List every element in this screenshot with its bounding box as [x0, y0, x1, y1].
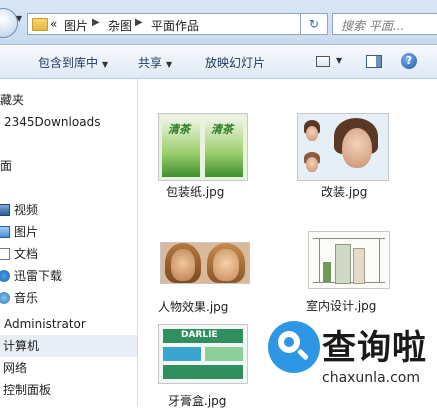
sidebar-item-label: 视频 [14, 199, 38, 221]
file-item-portrait-effect[interactable]: 人物效果.jpg [160, 242, 252, 320]
package-art: 清茶 [205, 117, 243, 177]
file-thumbnail: 清茶 清茶 [158, 113, 248, 181]
folder-icon [32, 18, 48, 31]
sidebar-item-music[interactable]: 音乐 [0, 287, 137, 309]
sidebar-item-desktop[interactable]: 桌面 [0, 155, 137, 177]
chevron-right-icon[interactable]: ▶ [92, 17, 100, 28]
share-label: 共享 [138, 56, 162, 70]
sidebar-item-pictures[interactable]: 图片 [0, 221, 137, 243]
sidebar-item-label: 迅雷下载 [14, 265, 62, 287]
sidebar-item-control-panel[interactable]: 控制面板 [0, 379, 137, 401]
picture-icon [0, 226, 10, 238]
file-thumbnail [297, 113, 389, 181]
thunder-icon [0, 270, 10, 282]
music-icon [0, 292, 10, 304]
view-options-dropdown[interactable]: ▼ [336, 56, 342, 65]
sidebar-item-documents[interactable]: 文档 [0, 243, 137, 265]
preview-pane-icon[interactable] [366, 55, 382, 68]
include-in-library-button[interactable]: 包含到库中 ▼ [38, 54, 108, 71]
breadcrumb-item-graphic-works[interactable]: 平面作品 [151, 17, 199, 34]
breadcrumb[interactable]: « 图片 ▶ 杂图 ▶ 平面作品 ▼ [27, 13, 327, 35]
breadcrumb-item-misc[interactable]: 杂图 [108, 17, 132, 34]
sidebar-item-2345downloads[interactable]: 2345Downloads [0, 111, 137, 133]
search-input[interactable]: 搜索 平面... [332, 13, 437, 35]
file-name: 人物效果.jpg [158, 298, 228, 315]
sidebar-item-videos[interactable]: 视频 [0, 199, 137, 221]
sidebar-item-computer[interactable]: 计算机 [0, 335, 137, 357]
sidebar-item-label: 收藏夹 [0, 89, 24, 111]
file-thumbnail [160, 242, 250, 284]
sidebar-item-label: 网络 [3, 357, 27, 379]
sidebar-item-network[interactable]: 网络 [0, 357, 137, 379]
sidebar-item-label: 音乐 [14, 287, 38, 309]
share-button[interactable]: 共享 ▼ [138, 54, 172, 71]
file-name: 牙膏盒.jpg [168, 392, 226, 409]
sidebar-item-thunder-downloads[interactable]: 迅雷下载 [0, 265, 137, 287]
file-name: 改装.jpg [321, 183, 367, 200]
sidebar-item-label: 图片 [14, 221, 38, 243]
slideshow-button[interactable]: 放映幻灯片 [205, 54, 265, 71]
sidebar-item-favorites[interactable]: 收藏夹 [0, 89, 137, 111]
sidebar-item-label: Administrator [4, 313, 86, 335]
video-icon [0, 204, 10, 216]
file-thumbnail [308, 231, 390, 289]
watermark-logo-icon [268, 321, 320, 373]
chevron-down-icon: ▼ [166, 60, 172, 69]
breadcrumb-item-pictures[interactable]: 图片 [64, 17, 88, 34]
sidebar-item-label: 控制面板 [3, 379, 51, 401]
watermark-title: 查询啦 [322, 320, 427, 369]
chevron-down-icon: ▼ [102, 60, 108, 69]
breadcrumb-overflow[interactable]: « [50, 17, 57, 31]
sidebar-item-libraries[interactable]: 库 [0, 177, 137, 199]
sidebar-item-label: 2345Downloads [4, 111, 100, 133]
file-item-toothpaste-box[interactable]: DARLIE 牙膏盒.jpg [158, 324, 254, 406]
sidebar-item-administrator[interactable]: Administrator [0, 313, 137, 335]
refresh-icon: ↻ [309, 17, 319, 31]
include-in-library-label: 包含到库中 [38, 56, 98, 70]
view-options-icon[interactable] [316, 56, 330, 67]
file-item-packaging-paper[interactable]: 清茶 清茶 包装纸.jpg [158, 113, 250, 203]
help-icon[interactable]: ? [401, 53, 417, 69]
chevron-right-icon[interactable]: ▶ [135, 17, 143, 28]
file-name: 包装纸.jpg [166, 183, 224, 200]
back-button[interactable] [0, 8, 18, 38]
sidebar-item-label: 桌面 [0, 155, 12, 177]
sidebar-item-label: 文档 [14, 243, 38, 265]
navigation-pane: 收藏夹 2345Downloads 桌面 库 视频 图片 文档 迅雷下载 音乐 … [0, 79, 138, 406]
file-thumbnail: DARLIE [158, 324, 248, 384]
document-icon [0, 248, 10, 260]
address-bar: ▼ « 图片 ▶ 杂图 ▶ 平面作品 ▼ ↻ 搜索 平面... [0, 0, 437, 45]
file-item-interior-design[interactable]: 室内设计.jpg [308, 231, 400, 321]
file-item-makeover[interactable]: 改装.jpg [297, 113, 389, 203]
refresh-button[interactable]: ↻ [300, 13, 328, 35]
sidebar-item-label: 计算机 [3, 335, 39, 357]
recent-pages-dropdown[interactable]: ▼ [16, 14, 22, 23]
package-art: 清茶 [162, 117, 200, 177]
command-bar: 包含到库中 ▼ 共享 ▼ 放映幻灯片 ▼ ? [0, 45, 437, 79]
watermark-url: chaxunla.com [322, 370, 420, 386]
file-name: 室内设计.jpg [306, 297, 376, 314]
